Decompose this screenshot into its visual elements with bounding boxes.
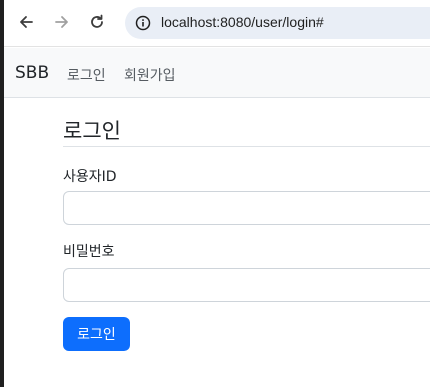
site-info-icon[interactable] bbox=[133, 13, 153, 33]
login-submit-button[interactable]: 로그인 bbox=[63, 317, 130, 351]
site-navbar: SBB 로그인 회원가입 bbox=[4, 48, 430, 98]
password-label: 비밀번호 bbox=[63, 244, 115, 260]
nav-signup-link[interactable]: 회원가입 bbox=[124, 65, 176, 85]
arrow-left-icon bbox=[20, 16, 33, 28]
url-text[interactable]: localhost:8080/user/login# bbox=[161, 14, 324, 30]
reload-button[interactable] bbox=[84, 9, 110, 35]
username-label: 사용자ID bbox=[63, 169, 117, 185]
browser-toolbar: localhost:8080/user/login# bbox=[4, 0, 430, 47]
title-divider bbox=[63, 146, 430, 147]
page-title: 로그인 bbox=[63, 119, 121, 143]
nav-login-link[interactable]: 로그인 bbox=[67, 65, 106, 85]
username-input[interactable] bbox=[63, 191, 430, 225]
address-bar[interactable]: localhost:8080/user/login# bbox=[125, 7, 430, 39]
forward-button[interactable] bbox=[49, 9, 75, 35]
reload-icon bbox=[91, 14, 103, 28]
brand-link[interactable]: SBB bbox=[15, 63, 49, 83]
password-input[interactable] bbox=[63, 268, 430, 302]
arrow-right-icon bbox=[55, 16, 68, 28]
back-button[interactable] bbox=[13, 9, 39, 35]
